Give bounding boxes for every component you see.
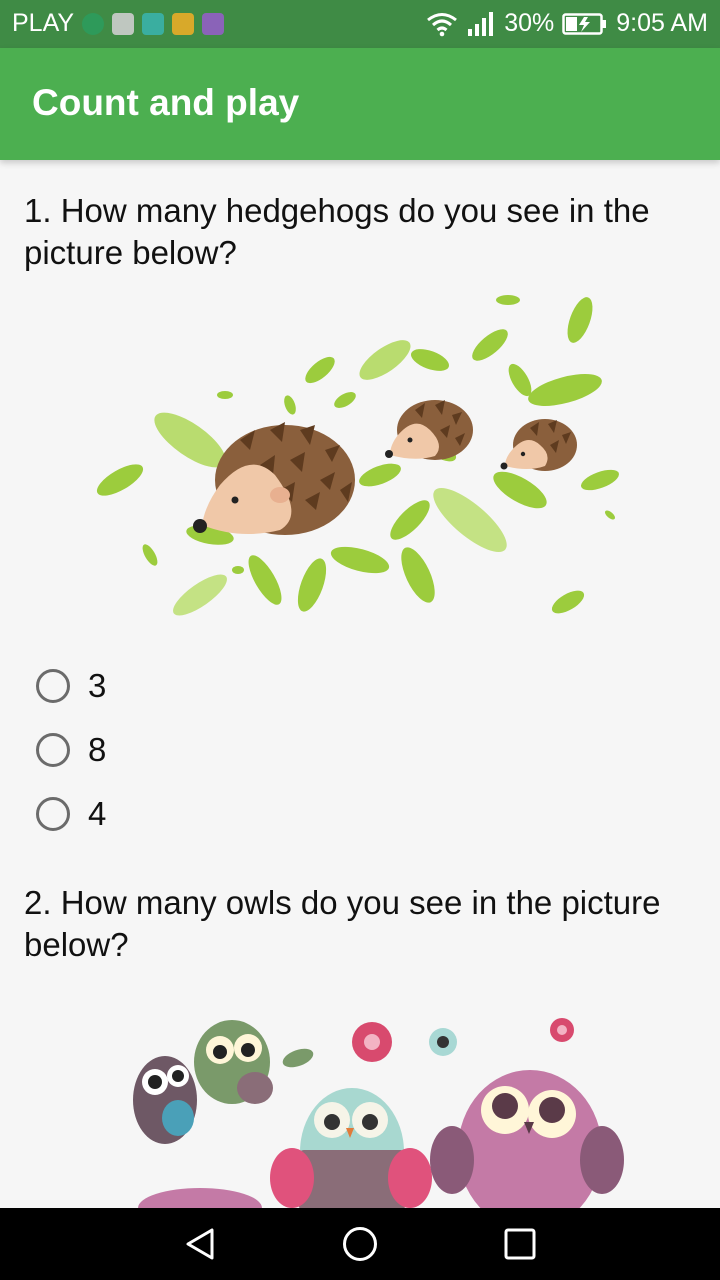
android-icon xyxy=(142,12,165,35)
battery-charging-icon xyxy=(562,12,607,35)
recents-button[interactable] xyxy=(470,1208,570,1280)
carrier-label: PLAY xyxy=(12,9,75,37)
status-bar: PLAY 30% 9:05 AM xyxy=(0,0,720,48)
radio-button[interactable] xyxy=(36,733,70,767)
option-label: 3 xyxy=(88,667,107,704)
option-label: 8 xyxy=(88,731,107,768)
quiz-content[interactable]: 1. How many hedgehogs do you see in the … xyxy=(0,160,720,1208)
status-left: PLAY xyxy=(12,9,225,38)
option-row[interactable]: 3 xyxy=(36,666,106,706)
hedgehog-medium xyxy=(385,400,473,460)
signal-icon xyxy=(468,11,494,36)
battery-percent: 30% xyxy=(504,9,555,37)
navigation-bar xyxy=(0,1208,720,1280)
app-title: Count and play xyxy=(32,82,300,123)
hedgehog-large xyxy=(193,422,355,535)
wifi-icon xyxy=(427,12,458,36)
option-row[interactable]: 4 xyxy=(36,794,106,834)
owl-mint xyxy=(270,1088,432,1208)
home-icon xyxy=(343,1227,377,1261)
question-1-text: 1. How many hedgehogs do you see in the … xyxy=(24,192,650,271)
image-icon xyxy=(202,12,225,35)
option-row[interactable]: 8 xyxy=(36,730,106,770)
clock: 9:05 AM xyxy=(616,9,708,37)
home-button[interactable] xyxy=(310,1208,410,1280)
back-icon xyxy=(186,1228,214,1260)
recents-icon xyxy=(504,1228,536,1260)
flower-decoration xyxy=(352,1018,574,1062)
owl-green xyxy=(194,1020,314,1104)
owl-pink xyxy=(430,1070,624,1208)
owl-small-left xyxy=(133,1056,197,1144)
app-bar: Count and play xyxy=(0,48,720,160)
lock-icon xyxy=(172,12,195,35)
globe-icon xyxy=(82,12,105,35)
option-label: 4 xyxy=(88,795,107,832)
status-right: 30% 9:05 AM xyxy=(426,9,708,38)
owl-partial xyxy=(138,1188,262,1208)
hedgehogs-illustration xyxy=(96,295,619,616)
mail-icon xyxy=(112,12,135,35)
radio-button[interactable] xyxy=(36,669,70,703)
hedgehog-small xyxy=(500,419,577,471)
question-2-text: 2. How many owls do you see in the pictu… xyxy=(24,884,661,963)
radio-button[interactable] xyxy=(36,797,70,831)
back-button[interactable] xyxy=(150,1208,250,1280)
owls-illustration xyxy=(133,1018,624,1208)
